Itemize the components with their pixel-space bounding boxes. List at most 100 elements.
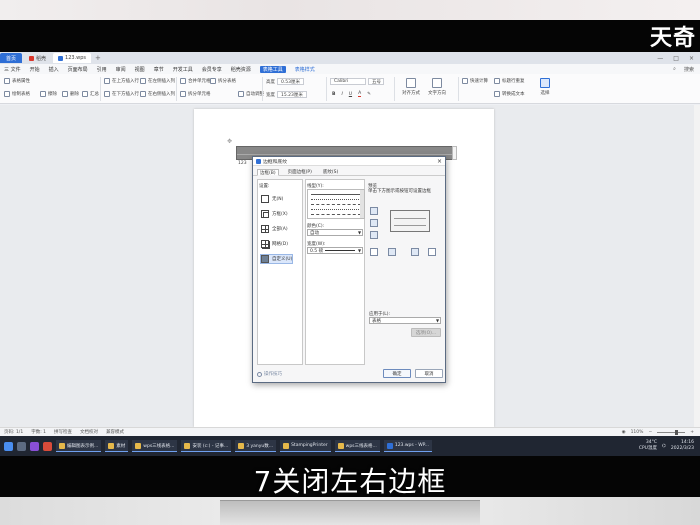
height-input[interactable]: 0.53厘米	[277, 78, 305, 85]
bold-icon[interactable]: B	[332, 92, 335, 97]
page-indicator[interactable]: 页码: 1/1	[4, 429, 23, 435]
underline-icon[interactable]: U	[349, 92, 352, 97]
line-style-list[interactable]	[307, 189, 365, 219]
options-button[interactable]: 选项(O)...	[411, 328, 441, 337]
setting-grid[interactable]: 网格(D)	[261, 240, 288, 248]
border-preview[interactable]	[390, 210, 430, 232]
minimize-icon[interactable]: —	[657, 55, 663, 62]
tab-page-borders[interactable]: 页面边框(P)	[286, 169, 314, 176]
start-icon[interactable]	[4, 441, 13, 451]
spell-check[interactable]: 拼写检查	[54, 429, 72, 435]
insert-row-above-button[interactable]: 在上方插入行	[104, 78, 139, 84]
menu-review[interactable]: 审阅	[116, 66, 126, 73]
network-icon[interactable]: ⌬	[662, 444, 666, 449]
doc-check[interactable]: 文档校对	[80, 429, 98, 435]
maximize-icon[interactable]: □	[673, 55, 679, 62]
inside-h-border-button[interactable]	[370, 219, 378, 227]
bottom-border-button[interactable]	[370, 231, 378, 239]
taskbar-item[interactable]: 3 yanyu数...	[235, 440, 277, 452]
color-select[interactable]: 自动 ▼	[307, 229, 363, 236]
insert-row-below-button[interactable]: 在下方插入行	[104, 91, 139, 97]
menu-start[interactable]: 开始	[30, 66, 40, 73]
taskbar-item[interactable]: 123.wps - WP...	[383, 440, 432, 452]
width-select[interactable]: 0.5 磅 ▼	[307, 247, 363, 254]
line-style-option[interactable]	[311, 194, 361, 195]
clock[interactable]: 14:16 2022/3/23	[671, 440, 694, 452]
tab-home[interactable]: 首页	[0, 53, 23, 63]
erase-button[interactable]: 擦除	[40, 91, 57, 97]
repeat-header-button[interactable]: 标题行重复	[494, 78, 525, 84]
draw-table-button[interactable]: 绘制表格	[4, 91, 30, 97]
search-icon[interactable]	[17, 441, 26, 451]
taskbar-item[interactable]: StampingPrinter	[280, 440, 331, 452]
quick-calc-button[interactable]: 快速计算	[462, 78, 488, 84]
setting-box[interactable]: 方框(X)	[261, 210, 288, 218]
menu-file[interactable]: 三 文件	[4, 66, 21, 73]
select-button[interactable]: 选择	[540, 78, 550, 96]
font-name-input[interactable]: Calibri	[330, 78, 366, 85]
menu-layout[interactable]: 页面布局	[68, 66, 88, 73]
new-tab-button[interactable]: +	[95, 54, 101, 62]
delete-button[interactable]: 删除	[62, 91, 79, 97]
close-icon[interactable]: ×	[689, 55, 694, 62]
table-properties-button[interactable]: 表格属性	[4, 78, 30, 84]
zoom-level[interactable]: 110%	[631, 430, 644, 435]
table-move-handle-icon[interactable]: ✥	[227, 138, 232, 145]
word-count[interactable]: 字数: 1	[31, 429, 46, 435]
taskbar-item[interactable]: 编辑图表示例...	[56, 440, 102, 452]
inside-v-border-button[interactable]	[411, 248, 419, 256]
dialog-close-icon[interactable]: ×	[437, 158, 445, 165]
row-height-control[interactable]: 高度 0.53厘米	[266, 78, 305, 85]
text-direction-button[interactable]: 文字方向	[428, 78, 446, 96]
font-size-input[interactable]: 五号	[368, 78, 384, 85]
diagonal-border-button[interactable]	[370, 248, 378, 256]
convert-to-text-button[interactable]: 转换成文本	[494, 91, 525, 97]
insert-col-left-button[interactable]: 在左侧插入列	[140, 78, 175, 84]
taskbar-item[interactable]: wps三线表格...	[334, 440, 380, 452]
taskbar-item[interactable]: wps三线表格...	[132, 440, 178, 452]
line-style-option[interactable]	[311, 199, 361, 200]
tab-borders[interactable]: 边框(B)	[257, 169, 279, 176]
tab-docer[interactable]: 稻壳	[24, 53, 51, 63]
line-style-option[interactable]	[311, 209, 361, 210]
setting-none[interactable]: 无(N)	[261, 195, 283, 203]
menu-insert[interactable]: 插入	[49, 66, 59, 73]
menu-view[interactable]: 视图	[135, 66, 145, 73]
app-icon[interactable]	[30, 441, 39, 451]
summary-button[interactable]: 汇总	[82, 91, 99, 97]
tab-document[interactable]: 123.wps	[53, 53, 92, 63]
menu-reference[interactable]: 引用	[97, 66, 107, 73]
table-resize-handle[interactable]	[452, 146, 457, 160]
highlight-icon[interactable]: ✎	[367, 92, 371, 97]
eye-icon[interactable]: ◉	[622, 430, 626, 435]
line-style-scrollbar[interactable]	[360, 190, 364, 218]
cancel-button[interactable]: 取消	[415, 369, 443, 378]
zoom-slider[interactable]	[657, 429, 686, 435]
top-border-button[interactable]	[370, 207, 378, 215]
taskbar-item[interactable]: 安装 (c:) - 记事...	[181, 440, 232, 452]
app-icon[interactable]	[43, 441, 52, 451]
operation-tip[interactable]: 操作技巧	[257, 371, 282, 377]
ok-button[interactable]: 确定	[383, 369, 411, 378]
align-button[interactable]: 对齐方式	[402, 78, 420, 96]
taskbar-item[interactable]: 素材	[105, 440, 129, 452]
menu-table-style[interactable]: 表格样式	[295, 66, 315, 73]
italic-icon[interactable]: I	[341, 92, 342, 97]
menu-docer[interactable]: 稻壳资源	[231, 66, 251, 73]
setting-all[interactable]: 全部(A)	[261, 225, 288, 233]
width-input[interactable]: 15.23厘米	[277, 91, 307, 98]
line-style-option[interactable]	[311, 214, 361, 215]
menu-member[interactable]: 会员专享	[202, 66, 222, 73]
split-cells-button[interactable]: 拆分单元格	[180, 91, 211, 97]
merge-cells-button[interactable]: 合并单元格	[180, 78, 211, 84]
zoom-in-icon[interactable]: +	[690, 430, 694, 435]
right-border-button[interactable]	[428, 248, 436, 256]
setting-custom[interactable]: 自定义(U)	[259, 254, 294, 264]
menu-developer[interactable]: 开发工具	[173, 66, 193, 73]
menu-section[interactable]: 章节	[154, 66, 164, 73]
auto-fit-button[interactable]: 自动调整	[238, 91, 264, 97]
col-width-control[interactable]: 宽度 15.23厘米	[266, 91, 307, 98]
weather-widget[interactable]: 34°C CPU温度	[639, 440, 657, 452]
zoom-out-icon[interactable]: −	[648, 430, 652, 435]
vertical-scrollbar[interactable]	[694, 105, 700, 427]
